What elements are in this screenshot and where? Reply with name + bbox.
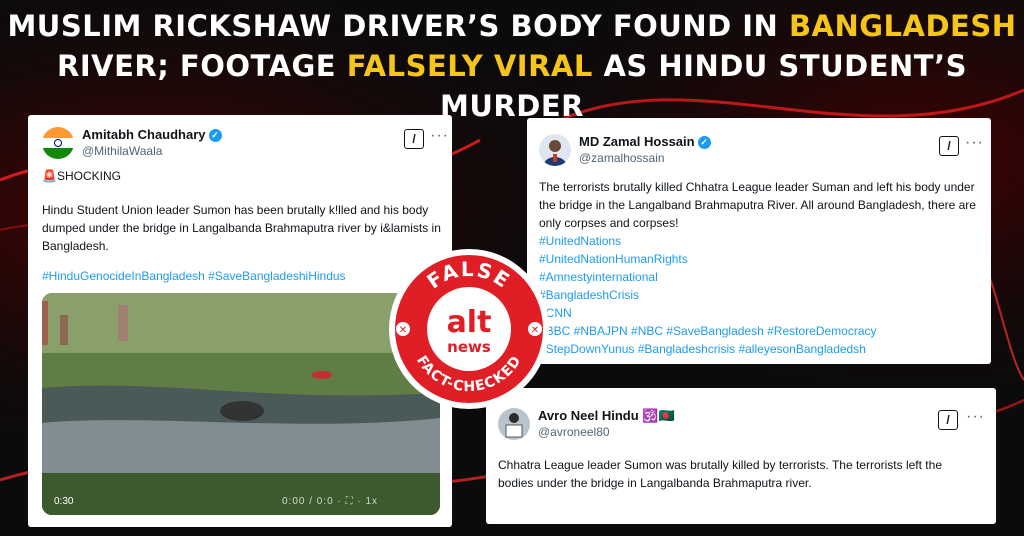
- verified-badge-icon: ✓: [697, 136, 711, 149]
- flag-icon: [42, 127, 74, 159]
- tweet-body: The terrorists brutally killed Chhatra L…: [539, 180, 976, 230]
- person-icon: [539, 134, 571, 166]
- author-name-text: MD Zamal Hossain: [579, 134, 695, 149]
- hashtag-link[interactable]: #UnitedNationHumanRights: [539, 250, 979, 268]
- hashtag-link[interactable]: #UnitedNations: [539, 232, 979, 250]
- author-name-text: Avro Neel Hindu: [538, 408, 639, 423]
- hashtag-link[interactable]: #StepDownYunus #Bangladeshcrisis #alleye…: [539, 340, 979, 358]
- avatar-indian-flag[interactable]: [42, 127, 74, 159]
- tweet-hashtags[interactable]: #HinduGenocideInBangladesh #SaveBanglade…: [42, 267, 442, 285]
- false-fact-checked-badge: FALSE FACT-CHECKED alt news ✕ ✕: [386, 246, 552, 412]
- grok-icon[interactable]: /: [404, 129, 424, 149]
- author-name-text: Amitabh Chaudhary: [82, 127, 206, 142]
- tweet-author-handle[interactable]: @MithilaWaala: [82, 144, 162, 158]
- headline: MUSLIM RICKSHAW DRIVER’S BODY FOUND IN B…: [0, 6, 1024, 126]
- tweet-author-name[interactable]: Amitabh Chaudhary ✓: [82, 127, 222, 142]
- tweet-author-name[interactable]: MD Zamal Hossain ✓: [579, 134, 711, 149]
- badge-logo-bottom: news: [447, 338, 491, 356]
- more-options-icon[interactable]: ···: [965, 134, 984, 152]
- grok-icon[interactable]: /: [938, 410, 958, 430]
- tweet-card-avro: Avro Neel Hindu 🕉️🇧🇩 @avroneel80 / ··· C…: [486, 388, 996, 524]
- headline-text: RIVER; FOOTAGE: [57, 49, 347, 83]
- tweet-alert: 🚨SHOCKING: [42, 169, 121, 183]
- tweet-author-name[interactable]: Avro Neel Hindu 🕉️🇧🇩: [538, 408, 675, 424]
- svg-text:✕: ✕: [399, 325, 407, 336]
- avatar-avro[interactable]: [498, 408, 530, 440]
- headline-line-1: MUSLIM RICKSHAW DRIVER’S BODY FOUND IN B…: [0, 6, 1024, 46]
- author-emoji: 🕉️🇧🇩: [642, 408, 675, 423]
- badge-logo-top: alt: [447, 305, 492, 340]
- headline-line-2: RIVER; FOOTAGE FALSELY VIRAL AS HINDU ST…: [0, 46, 1024, 126]
- hashtag-link[interactable]: #CNN: [539, 304, 979, 322]
- hashtag-link[interactable]: #BBC #NBAJPN #NBC #SaveBangladesh #Resto…: [539, 322, 979, 340]
- river-video-frame: [42, 293, 440, 515]
- tweet-body: Chhatra League leader Sumon was brutally…: [498, 458, 942, 490]
- fact-check-stamp-icon: FALSE FACT-CHECKED alt news ✕ ✕: [389, 249, 549, 409]
- video-timestamp: 0:30: [54, 496, 74, 507]
- avatar-zamal[interactable]: [539, 134, 571, 166]
- hashtag-link[interactable]: #BangladeshCrisis: [539, 286, 979, 304]
- verified-badge-icon: ✓: [208, 129, 222, 142]
- video-controls[interactable]: 0:00 / 0:0 · ⛶ · 1x: [282, 496, 378, 507]
- tweet-body: Hindu Student Union leader Sumon has bee…: [42, 203, 441, 253]
- tweet-author-handle[interactable]: @zamalhossain: [579, 151, 665, 165]
- grok-icon[interactable]: /: [939, 136, 959, 156]
- tweet-hashtag-list: #UnitedNations #UnitedNationHumanRights #A…: [539, 232, 979, 358]
- hashtag-link[interactable]: #Amnestyinternational: [539, 268, 979, 286]
- person-with-sign-icon: [498, 408, 530, 440]
- headline-highlight: BANGLADESH: [788, 9, 1017, 43]
- tweet-video[interactable]: 0:30 0:00 / 0:0 · ⛶ · 1x: [42, 293, 440, 515]
- tweet-card-zamal: MD Zamal Hossain ✓ @zamalhossain / ··· Th…: [527, 118, 991, 364]
- more-options-icon[interactable]: ···: [430, 127, 449, 145]
- headline-text: MUSLIM RICKSHAW DRIVER’S BODY FOUND IN: [7, 9, 789, 43]
- more-options-icon[interactable]: ···: [966, 408, 985, 426]
- tweet-author-handle[interactable]: @avroneel80: [538, 425, 610, 439]
- headline-highlight: FALSELY VIRAL: [346, 49, 593, 83]
- svg-text:✕: ✕: [531, 325, 539, 336]
